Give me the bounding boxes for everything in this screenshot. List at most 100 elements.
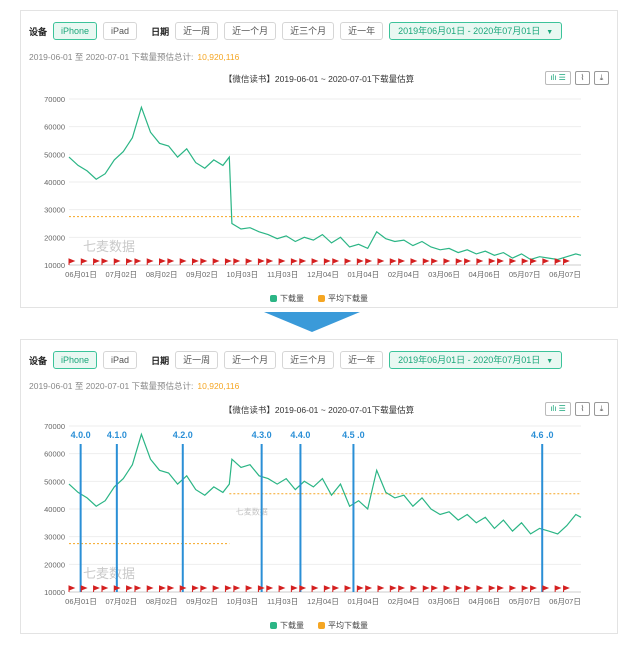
event-flag-icon	[365, 258, 373, 265]
y-tick-label: 20000	[44, 560, 65, 569]
legend-average[interactable]: 平均下载量	[318, 620, 368, 631]
device-iphone-button[interactable]: iPhone	[53, 22, 98, 40]
y-tick-label: 40000	[44, 505, 65, 514]
device-ipad-button[interactable]: iPad	[103, 22, 138, 40]
y-tick-label: 60000	[44, 450, 65, 459]
event-flag-icon	[356, 585, 364, 592]
summary-total: 10,920,116	[197, 52, 240, 62]
line-chart-icon[interactable]: ⌇	[575, 71, 590, 85]
range-week-button[interactable]: 近一周	[175, 22, 219, 40]
legend-average[interactable]: 平均下载量	[318, 293, 368, 304]
event-flag-icon	[476, 585, 484, 592]
event-flag-icon	[488, 258, 496, 265]
event-flag-icon	[290, 585, 298, 592]
event-flag-icon	[464, 585, 471, 592]
chart-type-toggle-icon[interactable]: ılı ☰	[545, 71, 571, 85]
event-flag-icon	[398, 258, 406, 265]
y-tick-label: 30000	[44, 533, 65, 542]
event-flag-icon	[311, 585, 319, 592]
range-month-button[interactable]: 近一个月	[224, 22, 277, 40]
range-week-button[interactable]: 近一周	[175, 351, 219, 369]
range-quarter-button[interactable]: 近三个月	[282, 351, 335, 369]
legend-downloads[interactable]: 下载量	[270, 620, 304, 631]
watermark-text: 七麦数据	[83, 566, 135, 581]
event-flag-icon	[101, 258, 109, 265]
event-flag-icon	[146, 258, 154, 265]
x-tick-label: 01月04日	[347, 270, 379, 279]
event-flag-icon	[93, 258, 100, 265]
chart-tools: ılı ☰ ⌇ ⤓	[545, 71, 609, 85]
event-flag-icon	[93, 585, 100, 592]
chart-title: 【微信读书】2019-06-01 ~ 2020-07-01下载量估算	[223, 405, 415, 415]
event-flag-icon	[464, 258, 471, 265]
line-chart-icon[interactable]: ⌇	[575, 402, 590, 416]
event-flag-icon	[563, 585, 570, 592]
x-tick-label: 09月02日	[186, 270, 218, 279]
x-tick-label: 03月06日	[428, 597, 460, 606]
event-flag-icon	[146, 585, 154, 592]
date-range-picker[interactable]: 2019年06月01日 - 2020年07月01日 ▼	[389, 351, 563, 369]
download-icon[interactable]: ⤓	[594, 71, 609, 85]
event-flag-icon	[101, 585, 109, 592]
event-flag-icon	[233, 585, 241, 592]
download-icon[interactable]: ⤓	[594, 402, 609, 416]
downloads-series-line	[68, 432, 582, 535]
version-label: 4.6 .0	[531, 430, 554, 440]
version-label: 4.0.0	[71, 430, 91, 440]
event-flag-icon	[530, 585, 537, 592]
event-flag-icon	[233, 258, 241, 265]
y-tick-label: 70000	[44, 95, 65, 104]
event-flag-icon	[113, 258, 121, 265]
event-flag-icon	[398, 585, 406, 592]
event-flag-icon	[212, 585, 220, 592]
x-tick-label: 04月06日	[468, 597, 500, 606]
x-tick-label: 05月07日	[509, 597, 541, 606]
event-flag-icon	[179, 258, 187, 265]
event-flag-icon	[509, 258, 517, 265]
y-tick-label: 50000	[44, 477, 65, 486]
event-flag-icon	[554, 585, 562, 592]
event-flag-icon	[377, 585, 385, 592]
event-flag-icon	[389, 258, 397, 265]
event-flag-icon	[167, 585, 175, 592]
event-flag-icon	[344, 258, 352, 265]
event-flag-icon	[410, 585, 418, 592]
range-month-button[interactable]: 近一个月	[224, 351, 277, 369]
range-quarter-button[interactable]: 近三个月	[282, 22, 335, 40]
legend-downloads[interactable]: 下载量	[270, 293, 304, 304]
date-label: 日期	[151, 355, 170, 366]
event-flag-icon	[521, 585, 529, 592]
event-flag-icon	[443, 258, 451, 265]
event-flag-icon	[167, 258, 175, 265]
x-tick-label: 04月06日	[468, 270, 500, 279]
event-flag-icon	[159, 585, 166, 592]
event-flag-icon	[299, 258, 307, 265]
device-iphone-button[interactable]: iPhone	[53, 351, 98, 369]
chart-panel-annotated: 设备 iPhone iPad 日期 近一周 近一个月 近三个月 近一年 2019…	[20, 339, 618, 634]
event-flag-icon	[80, 258, 88, 265]
y-tick-label: 40000	[44, 178, 65, 187]
event-flag-icon	[431, 585, 439, 592]
download-line-chart: 10000 20000 30000 40000 50000 60000 70000 06月01…	[44, 95, 582, 279]
event-flag-icon	[389, 585, 397, 592]
y-tick-label: 10000	[44, 588, 65, 597]
watermark-text: 七麦数据	[83, 239, 135, 254]
range-year-button[interactable]: 近一年	[340, 351, 384, 369]
watermark-text: 七麦数据	[236, 507, 268, 517]
chart-panel-original: 设备 iPhone iPad 日期 近一周 近一个月 近三个月 近一年 2019…	[20, 10, 618, 308]
filter-toolbar: 设备 iPhone iPad 日期 近一周 近一个月 近三个月 近一年 2019…	[29, 350, 563, 370]
event-flag-icon	[497, 585, 504, 592]
x-tick-label: 09月02日	[186, 597, 218, 606]
range-year-button[interactable]: 近一年	[340, 22, 384, 40]
event-flag-icon	[542, 258, 550, 265]
x-tick-label: 11月03日	[267, 597, 298, 606]
event-flag-icon	[332, 585, 340, 592]
date-range-picker[interactable]: 2019年06月01日 - 2020年07月01日 ▼	[389, 22, 563, 40]
event-flag-icon	[245, 585, 253, 592]
event-flag-icon	[212, 258, 220, 265]
x-tick-label: 06月07日	[549, 597, 581, 606]
y-tick-label: 70000	[44, 422, 65, 431]
device-ipad-button[interactable]: iPad	[103, 351, 138, 369]
chart-type-toggle-icon[interactable]: ılı ☰	[545, 402, 571, 416]
event-flag-icon	[278, 258, 286, 265]
